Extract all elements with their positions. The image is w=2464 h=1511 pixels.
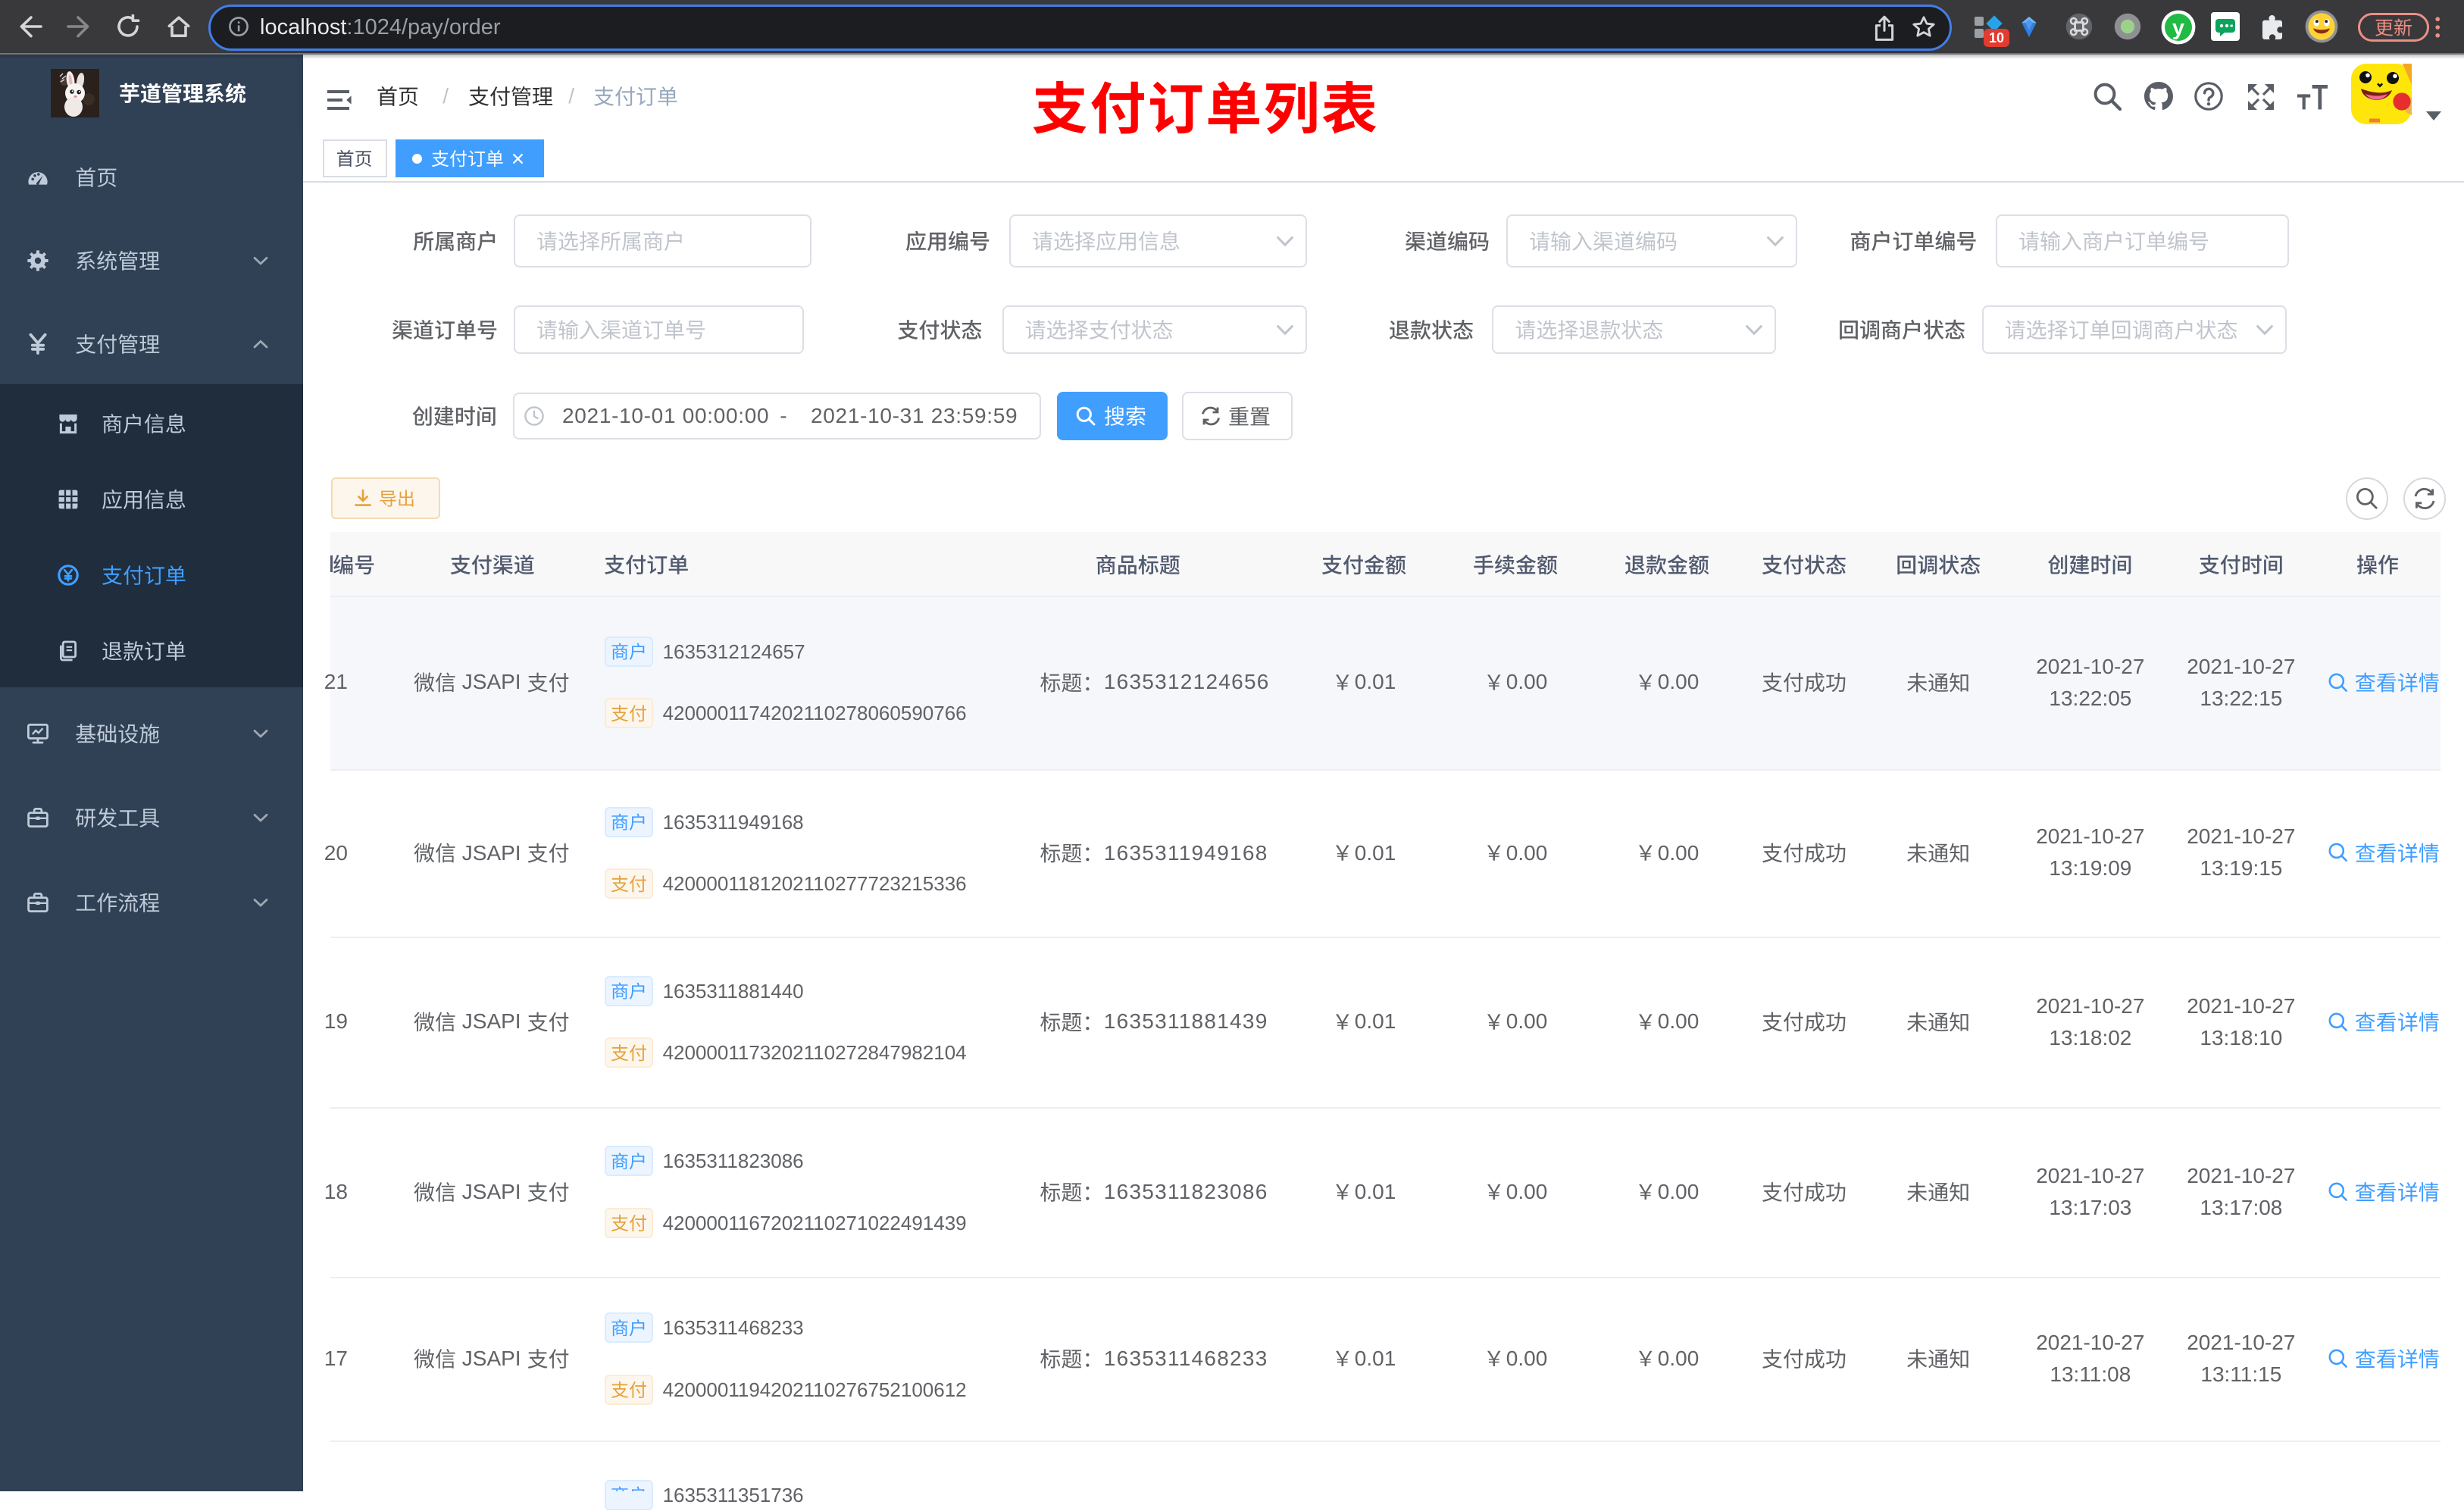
svg-text:y: y	[2172, 16, 2184, 40]
